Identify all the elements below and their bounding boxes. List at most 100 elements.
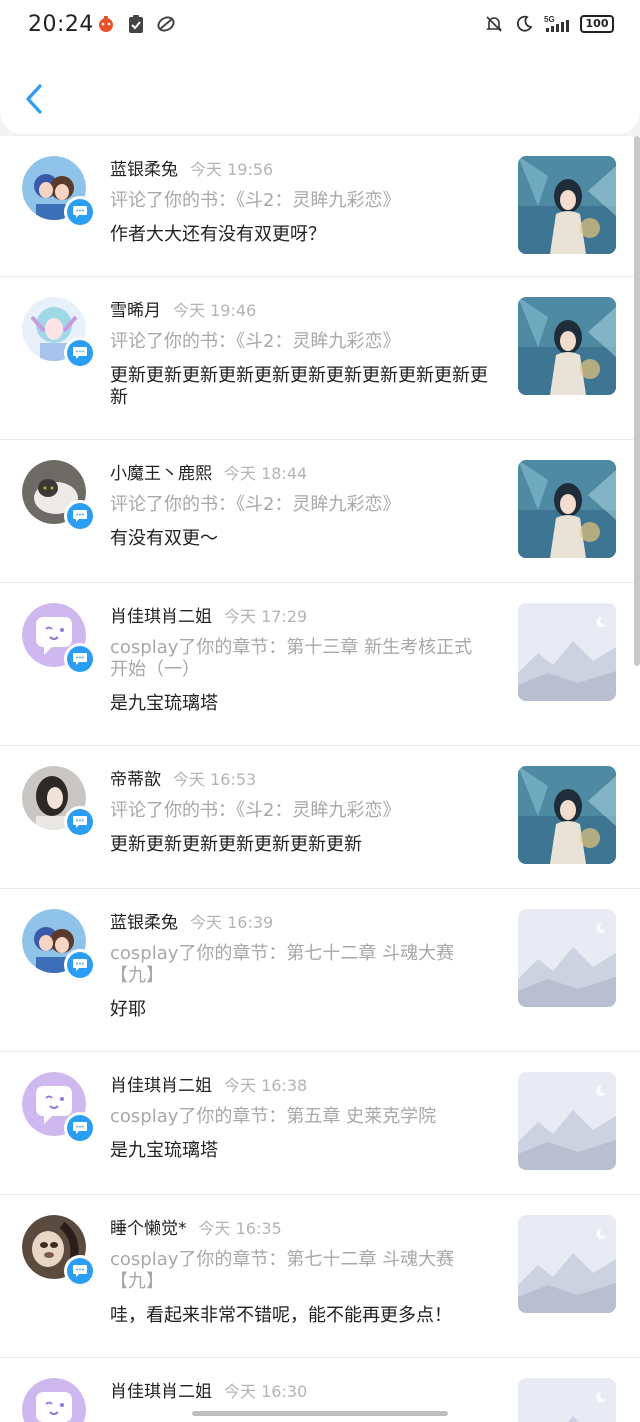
book-cover-thumbnail[interactable] (518, 297, 616, 395)
chat-bubble-icon (73, 653, 87, 665)
status-time: 20:24 (28, 12, 94, 37)
svg-text:5G: 5G (544, 15, 555, 24)
list-item[interactable]: 睡个懒觉* 今天 16:35 cosplay了你的章节：第七十二章 斗魂大赛【九】… (0, 1195, 640, 1358)
item-content: 睡个懒觉* 今天 16:35 cosplay了你的章节：第七十二章 斗魂大赛【九】… (110, 1215, 490, 1327)
placeholder-thumbnail[interactable] (518, 603, 616, 701)
avatar[interactable] (22, 1072, 96, 1144)
item-content: 肖佳琪肖二姐 今天 17:29 cosplay了你的章节：第十三章 新生考核正式开… (110, 603, 490, 715)
timestamp: 今天 19:56 (190, 160, 274, 179)
action-text[interactable]: cosplay了你的章节：第七十二章 斗魂大赛【九】 (110, 1249, 490, 1293)
timestamp: 今天 16:38 (224, 1076, 308, 1095)
action-text[interactable]: 评论了你的书：《斗2：灵眸九彩恋》 (110, 494, 490, 516)
leaf-app-icon (157, 16, 175, 32)
default-avatar-image (22, 1378, 86, 1422)
comment-text: 更新更新更新更新更新更新更新更新更新更新更新 (110, 365, 488, 408)
comment-text: 更新更新更新更新更新更新更新 (110, 834, 362, 855)
list-item[interactable]: 蓝银柔兔 今天 16:39 cosplay了你的章节：第七十二章 斗魂大赛【九】 … (0, 889, 640, 1052)
list-item[interactable]: 雪晞月 今天 19:46 评论了你的书：《斗2：灵眸九彩恋》 更新更新更新更新更新… (0, 277, 640, 440)
timestamp: 今天 19:46 (173, 301, 257, 320)
user-name[interactable]: 小魔王丶鹿熙 (110, 464, 212, 484)
chat-bubble-icon (73, 816, 87, 828)
list-item[interactable]: 蓝银柔兔 今天 19:56 评论了你的书：《斗2：灵眸九彩恋》 作者大大还有没有双… (0, 136, 640, 277)
bell-off-icon (486, 16, 502, 32)
timestamp: 今天 16:30 (224, 1382, 308, 1401)
moon-icon (516, 15, 533, 32)
item-content: 帝蒂歆 今天 16:53 评论了你的书：《斗2：灵眸九彩恋》 更新更新更新更新更新… (110, 766, 490, 856)
timestamp: 今天 16:53 (173, 770, 257, 789)
placeholder-thumbnail[interactable] (518, 1378, 616, 1422)
battery-indicator: 100 (580, 15, 614, 33)
placeholder-thumbnail[interactable] (518, 909, 616, 1007)
comment-text: 哇，看起来非常不错呢，能不能再更多点！ (110, 1305, 452, 1326)
comment-text: 是九宝琉璃塔 (110, 693, 218, 714)
action-text[interactable]: cosplay了你的章节：第七十二章 斗魂大赛【九】 (110, 943, 490, 987)
signal-5g-icon: 5G (544, 15, 569, 32)
user-name[interactable]: 肖佳琪肖二姐 (110, 1382, 212, 1402)
comment-text: 是九宝琉璃塔 (110, 1140, 218, 1161)
action-text[interactable]: 评论了你的书：《斗2：灵眸九彩恋》 (110, 190, 490, 212)
action-text[interactable]: cosplay了你的章节：第十三章 新生考核正式开始（一） (110, 637, 490, 681)
user-name[interactable]: 帝蒂歆 (110, 770, 161, 790)
user-name[interactable]: 蓝银柔兔 (110, 913, 178, 933)
list-item[interactable]: 帝蒂歆 今天 16:53 评论了你的书：《斗2：灵眸九彩恋》 更新更新更新更新更新… (0, 746, 640, 889)
message-list: 蓝银柔兔 今天 19:56 评论了你的书：《斗2：灵眸九彩恋》 作者大大还有没有双… (0, 136, 640, 1422)
message-badge (64, 337, 96, 369)
chat-bubble-icon (73, 510, 87, 522)
item-content: 蓝银柔兔 今天 19:56 评论了你的书：《斗2：灵眸九彩恋》 作者大大还有没有双… (110, 156, 490, 246)
app-notification-icon (99, 16, 113, 32)
avatar[interactable] (22, 1378, 88, 1422)
message-badge (64, 806, 96, 838)
avatar[interactable] (22, 909, 96, 981)
chat-bubble-icon (73, 206, 87, 218)
comment-text: 有没有双更～ (110, 528, 218, 549)
timestamp: 今天 18:44 (224, 464, 308, 483)
avatar[interactable] (22, 460, 96, 532)
message-badge (64, 949, 96, 981)
chat-bubble-icon (73, 1265, 87, 1277)
message-badge (64, 1112, 96, 1144)
user-name[interactable]: 雪晞月 (110, 301, 161, 321)
timestamp: 今天 17:29 (224, 607, 308, 626)
avatar[interactable] (22, 1215, 96, 1287)
status-right-icons: 5G 100 (484, 14, 614, 34)
message-badge (64, 196, 96, 228)
placeholder-thumbnail[interactable] (518, 1215, 616, 1313)
action-text[interactable]: 评论了你的书：《斗2：灵眸九彩恋》 (110, 331, 490, 353)
home-indicator[interactable] (192, 1411, 448, 1416)
avatar[interactable] (22, 297, 96, 369)
timestamp: 今天 16:35 (198, 1219, 282, 1238)
scrollbar[interactable] (634, 136, 640, 666)
item-content: 肖佳琪肖二姐 今天 16:30 (110, 1378, 490, 1406)
action-text[interactable]: 评论了你的书：《斗2：灵眸九彩恋》 (110, 800, 490, 822)
list-item[interactable]: 小魔王丶鹿熙 今天 18:44 评论了你的书：《斗2：灵眸九彩恋》 有没有双更～ (0, 440, 640, 583)
chat-bubble-icon (73, 959, 87, 971)
message-badge (64, 1255, 96, 1287)
item-content: 肖佳琪肖二姐 今天 16:38 cosplay了你的章节：第五章 史莱克学院 是九… (110, 1072, 490, 1162)
action-text[interactable]: cosplay了你的章节：第五章 史莱克学院 (110, 1106, 490, 1128)
timestamp: 今天 16:39 (190, 913, 274, 932)
list-item[interactable]: 肖佳琪肖二姐 今天 16:38 cosplay了你的章节：第五章 史莱克学院 是九… (0, 1052, 640, 1195)
clipboard-check-icon (129, 15, 143, 33)
chat-bubble-icon (73, 1122, 87, 1134)
book-cover-thumbnail[interactable] (518, 766, 616, 864)
avatar[interactable] (22, 766, 96, 838)
book-cover-thumbnail[interactable] (518, 460, 616, 558)
status-left-icons (96, 14, 176, 34)
comment-text: 好耶 (110, 999, 146, 1020)
item-content: 小魔王丶鹿熙 今天 18:44 评论了你的书：《斗2：灵眸九彩恋》 有没有双更～ (110, 460, 490, 550)
chat-bubble-icon (73, 347, 87, 359)
placeholder-thumbnail[interactable] (518, 1072, 616, 1170)
user-name[interactable]: 肖佳琪肖二姐 (110, 607, 212, 627)
avatar[interactable] (22, 603, 96, 675)
avatar[interactable] (22, 156, 96, 228)
item-content: 雪晞月 今天 19:46 评论了你的书：《斗2：灵眸九彩恋》 更新更新更新更新更新… (110, 297, 490, 409)
book-cover-thumbnail[interactable] (518, 156, 616, 254)
status-bar: 20:24 5G 100 (0, 0, 640, 54)
item-content: 蓝银柔兔 今天 16:39 cosplay了你的章节：第七十二章 斗魂大赛【九】 … (110, 909, 490, 1021)
list-item[interactable]: 肖佳琪肖二姐 今天 17:29 cosplay了你的章节：第十三章 新生考核正式开… (0, 583, 640, 746)
user-name[interactable]: 睡个懒觉* (110, 1219, 187, 1239)
back-arrow-icon[interactable] (18, 78, 52, 120)
user-name[interactable]: 蓝银柔兔 (110, 160, 178, 180)
message-badge (64, 500, 96, 532)
user-name[interactable]: 肖佳琪肖二姐 (110, 1076, 212, 1096)
